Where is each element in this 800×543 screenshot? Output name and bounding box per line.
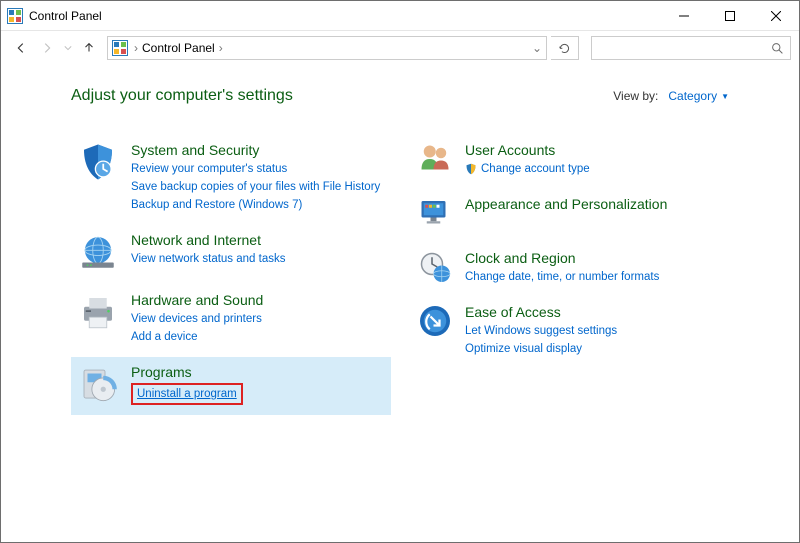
uac-shield-icon	[465, 163, 477, 175]
search-icon	[771, 42, 784, 55]
control-panel-icon	[7, 8, 23, 24]
close-button[interactable]	[753, 1, 799, 31]
navigation-bar: › Control Panel › ⌄	[1, 31, 799, 65]
titlebar: Control Panel	[1, 1, 799, 31]
viewby-control: View by: Category ▼	[613, 89, 729, 103]
page-title: Adjust your computer's settings	[71, 87, 293, 105]
highlight-box: Uninstall a program	[131, 383, 243, 405]
link-file-history[interactable]: Save backup copies of your files with Fi…	[131, 179, 380, 195]
category-link-clock[interactable]: Clock and Region	[465, 249, 659, 267]
caret-down-icon: ▼	[721, 92, 729, 101]
category-link-network[interactable]: Network and Internet	[131, 231, 285, 249]
link-review-status[interactable]: Review your computer's status	[131, 161, 380, 177]
category-system-security: System and Security Review your computer…	[71, 135, 391, 223]
breadcrumb[interactable]: › Control Panel › ⌄	[107, 36, 547, 60]
back-button[interactable]	[9, 36, 33, 60]
category-appearance: Appearance and Personalization	[411, 189, 731, 241]
up-button[interactable]	[77, 36, 101, 60]
link-date-time-formats[interactable]: Change date, time, or number formats	[465, 269, 659, 285]
breadcrumb-item[interactable]: Control Panel	[142, 41, 215, 55]
link-view-devices[interactable]: View devices and printers	[131, 311, 263, 327]
disc-box-icon	[77, 363, 119, 405]
category-link-ease[interactable]: Ease of Access	[465, 303, 617, 321]
link-optimize-display[interactable]: Optimize visual display	[465, 341, 617, 357]
link-add-device[interactable]: Add a device	[131, 329, 263, 345]
maximize-button[interactable]	[707, 1, 753, 31]
chevron-down-icon[interactable]: ⌄	[532, 41, 542, 55]
viewby-label: View by:	[613, 89, 658, 103]
category-user-accounts: User Accounts Change account type	[411, 135, 731, 187]
content-area: Adjust your computer's settings View by:…	[1, 65, 799, 417]
category-clock-region: Clock and Region Change date, time, or n…	[411, 243, 731, 295]
people-icon	[417, 141, 453, 177]
link-suggest-settings[interactable]: Let Windows suggest settings	[465, 323, 617, 339]
category-network-internet: Network and Internet View network status…	[71, 225, 391, 283]
clock-globe-icon	[417, 249, 453, 285]
link-change-account-type[interactable]: Change account type	[465, 161, 590, 177]
monitor-palette-icon	[417, 195, 453, 231]
category-link-hardware[interactable]: Hardware and Sound	[131, 291, 263, 309]
category-ease-of-access: Ease of Access Let Windows suggest setti…	[411, 297, 731, 367]
search-input[interactable]	[591, 36, 791, 60]
category-link-users[interactable]: User Accounts	[465, 141, 590, 159]
content-header: Adjust your computer's settings View by:…	[71, 87, 799, 105]
viewby-dropdown[interactable]: Category ▼	[668, 89, 729, 103]
category-hardware-sound: Hardware and Sound View devices and prin…	[71, 285, 391, 355]
link-backup-restore[interactable]: Backup and Restore (Windows 7)	[131, 197, 380, 213]
category-link-programs[interactable]: Programs	[131, 363, 243, 381]
chevron-right-icon: ›	[134, 41, 138, 55]
control-panel-icon	[112, 40, 128, 56]
category-link-system-security[interactable]: System and Security	[131, 141, 380, 159]
recent-dropdown-icon[interactable]	[61, 36, 75, 60]
window-title: Control Panel	[29, 9, 102, 23]
window-controls	[661, 1, 799, 31]
ease-of-access-icon	[417, 303, 453, 339]
shield-icon	[77, 141, 119, 183]
refresh-button[interactable]	[551, 36, 579, 60]
category-link-appearance[interactable]: Appearance and Personalization	[465, 195, 667, 213]
chevron-right-icon: ›	[219, 41, 223, 55]
category-programs: Programs Uninstall a program	[71, 357, 391, 415]
minimize-button[interactable]	[661, 1, 707, 31]
link-network-status[interactable]: View network status and tasks	[131, 251, 285, 267]
printer-icon	[77, 291, 119, 333]
viewby-value: Category	[668, 89, 717, 103]
globe-network-icon	[77, 231, 119, 273]
forward-button[interactable]	[35, 36, 59, 60]
link-uninstall-program[interactable]: Uninstall a program	[137, 388, 237, 400]
